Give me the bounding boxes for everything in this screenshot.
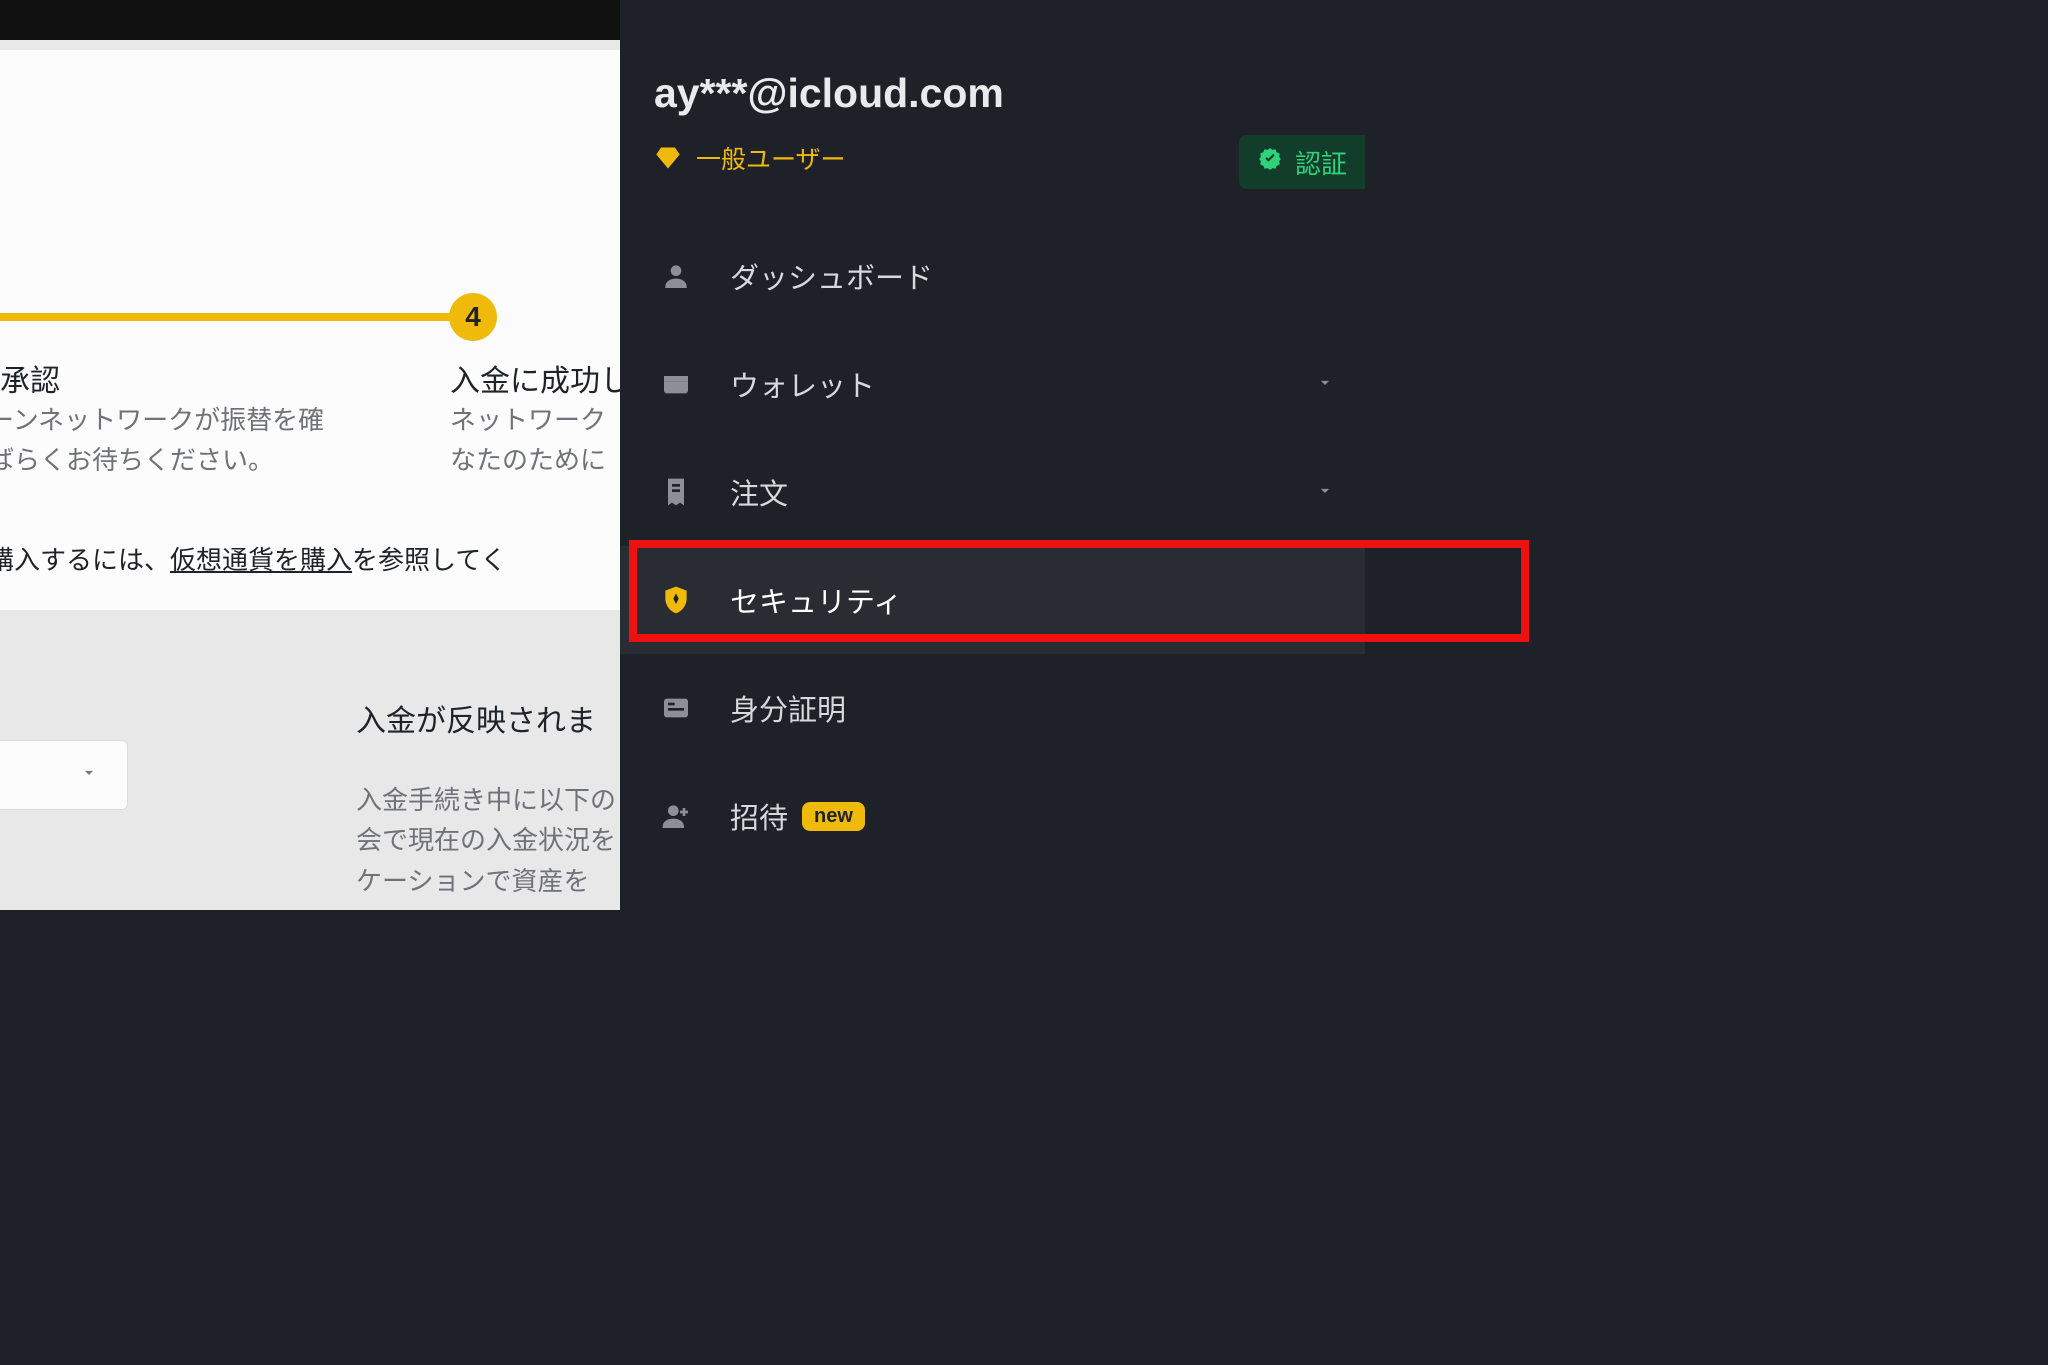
sidebar-item-identity[interactable]: 身分証明 xyxy=(620,654,1365,762)
account-tier[interactable]: 一般ユーザー xyxy=(654,140,846,176)
new-badge: new xyxy=(802,802,865,831)
sidebar-item-orders[interactable]: 注文 xyxy=(620,438,1365,546)
deposit-reflect-heading: 入金が反映されま xyxy=(356,696,596,740)
verification-badge[interactable]: 認証 xyxy=(1239,135,1365,189)
id-card-icon xyxy=(660,692,692,724)
verification-label: 認証 xyxy=(1295,144,1347,181)
account-tier-label: 一般ユーザー xyxy=(696,140,846,176)
step-3-title: ワーク承認 xyxy=(0,356,60,400)
sidebar-item-invite[interactable]: 招待 new xyxy=(620,762,1365,870)
currency-select[interactable] xyxy=(0,740,128,810)
account-sidebar: ay***@icloud.com 一般ユーザー 認証 ダッシュボード ウォレット xyxy=(620,0,1365,910)
sidebar-item-label: ダッシュボード xyxy=(730,255,933,297)
content-card xyxy=(0,50,620,610)
buy-crypto-link[interactable]: 仮想通貨を購入 xyxy=(170,545,352,575)
sidebar-item-label: セキュリティ xyxy=(730,579,902,621)
purchase-hint: 通貨を購入するには、仮想通貨を購入を参照してく xyxy=(0,540,506,577)
sidebar-item-label: 招待 xyxy=(730,795,788,837)
wallet-icon xyxy=(660,368,692,400)
step-number: 4 xyxy=(465,301,481,333)
progress-bar xyxy=(0,313,454,321)
receipt-icon xyxy=(660,476,692,508)
chevron-down-icon xyxy=(1315,368,1335,401)
shield-icon xyxy=(660,584,692,616)
deposit-reflect-body: 入金手続き中に以下の 会で現在の入金状況を ケーションで資産を xyxy=(356,780,616,901)
person-add-icon xyxy=(660,800,692,832)
person-icon xyxy=(660,260,692,292)
sidebar-item-dashboard[interactable]: ダッシュボード xyxy=(620,222,1365,330)
verified-icon xyxy=(1257,146,1283,179)
sidebar-item-label: ウォレット xyxy=(730,363,875,405)
sidebar-item-wallet[interactable]: ウォレット xyxy=(620,330,1365,438)
step-3-description: クチェーンネットワークが振替を確 までしばらくお待ちください。 xyxy=(0,400,410,481)
step-4-marker: 4 xyxy=(449,293,497,341)
account-email: ay***@icloud.com xyxy=(654,70,1004,117)
top-nav-bar xyxy=(0,0,620,40)
main-content-panel: 4 ワーク承認 クチェーンネットワークが振替を確 までしばらくお待ちください。 … xyxy=(0,0,620,910)
step-4-title: 入金に成功し xyxy=(450,356,620,400)
diamond-icon xyxy=(654,144,682,172)
sidebar-item-security[interactable]: セキュリティ xyxy=(620,546,1365,654)
sidebar-item-label: 注文 xyxy=(730,471,788,513)
chevron-down-icon xyxy=(1315,476,1335,509)
chevron-down-icon xyxy=(79,763,99,788)
sidebar-item-label: 身分証明 xyxy=(730,687,846,729)
step-4-description: ネットワーク なたのために xyxy=(450,400,620,481)
sidebar-nav: ダッシュボード ウォレット 注文 セキュリティ xyxy=(620,222,1365,870)
